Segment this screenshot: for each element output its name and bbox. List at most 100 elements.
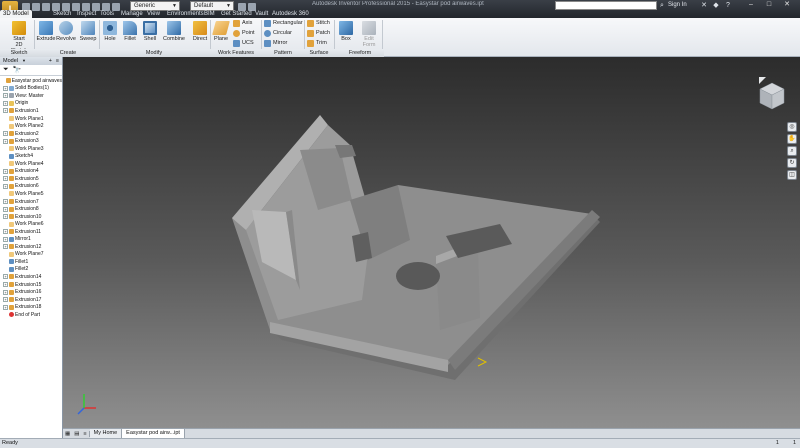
shell-button[interactable]: Shell — [142, 21, 158, 42]
tree-node[interactable]: + Extrusion8 — [0, 205, 62, 213]
help-search-input[interactable] — [555, 1, 657, 10]
tree-node[interactable]: Work Plane4 — [0, 160, 62, 168]
plane-button[interactable]: Plane — [212, 21, 230, 42]
expand-icon[interactable]: + — [3, 131, 8, 137]
add-panel-icon[interactable]: + — [49, 57, 52, 65]
tree-node[interactable]: + Extrusion10 — [0, 213, 62, 221]
ribbon-tab-tools[interactable]: Tools — [100, 10, 114, 18]
ribbon-tab-3d-model[interactable]: 3D Model — [0, 10, 32, 18]
axis-button[interactable]: Axis — [233, 20, 252, 27]
expand-icon[interactable]: + — [3, 214, 8, 220]
help-icon[interactable]: ? — [724, 2, 732, 10]
expand-icon[interactable]: + — [3, 199, 8, 205]
direct-edit-button[interactable]: Direct — [192, 21, 208, 42]
a360-icon[interactable]: ◆ — [712, 2, 720, 10]
rectangular-pattern-button[interactable]: Rectangular — [264, 20, 303, 27]
tree-node[interactable]: + Extrusion16 — [0, 288, 62, 296]
tree-node[interactable]: + Extrusion12 — [0, 243, 62, 251]
tree-node[interactable]: + Extrusion2 — [0, 130, 62, 138]
save-icon[interactable] — [42, 2, 50, 11]
tree-node[interactable]: End of Part — [0, 311, 62, 319]
tab-my-home[interactable]: My Home — [89, 429, 123, 438]
freeform-box-button[interactable]: Box — [338, 21, 354, 42]
tree-node[interactable]: + Extrusion5 — [0, 175, 62, 183]
sign-in-button[interactable]: Sign In — [668, 1, 687, 10]
hole-button[interactable]: Hole — [102, 21, 118, 42]
tree-node[interactable]: Work Plane5 — [0, 190, 62, 198]
viewcube-home-icon[interactable] — [759, 77, 766, 84]
pattern-panel-label[interactable]: Pattern — [266, 50, 300, 56]
pan-icon[interactable]: ✋ — [787, 134, 797, 144]
tree-node[interactable]: + Solid Bodies(1) — [0, 85, 62, 93]
tree-node[interactable]: Work Plane2 — [0, 122, 62, 130]
ribbon-tab-environments[interactable]: Environments — [167, 10, 204, 18]
fillet-button[interactable]: Fillet — [122, 21, 138, 42]
tree-node[interactable]: + Extrusion18 — [0, 303, 62, 311]
exchange-apps-icon[interactable]: ✕ — [700, 2, 708, 10]
browser-header[interactable]: Model ▼ + ≡ — [0, 57, 62, 65]
orbit-icon[interactable]: ↻ — [787, 158, 797, 168]
patch-button[interactable]: Patch — [307, 30, 330, 37]
expand-icon[interactable]: + — [3, 100, 8, 106]
freeform-panel-label[interactable]: Freeform — [340, 50, 380, 56]
ribbon-tab-vault[interactable]: Vault — [255, 10, 268, 18]
tree-node[interactable]: Work Plane6 — [0, 220, 62, 228]
zoom-icon[interactable]: ⌕ — [787, 146, 797, 156]
document-menu-icon[interactable]: ≡ — [81, 430, 90, 437]
find-icon[interactable]: 🔭 — [13, 66, 22, 74]
open-file-icon[interactable] — [32, 2, 40, 11]
tree-node[interactable]: Work Plane3 — [0, 145, 62, 153]
tree-node[interactable]: + View: Master — [0, 92, 62, 100]
tree-node[interactable]: + Extrusion1 — [0, 107, 62, 115]
tree-node[interactable]: + Extrusion3 — [0, 137, 62, 145]
look-at-icon[interactable]: ◫ — [787, 170, 797, 180]
ucs-button[interactable]: UCS — [233, 40, 254, 47]
circular-pattern-button[interactable]: Circular — [264, 30, 292, 37]
point-button[interactable]: Point — [233, 30, 255, 37]
create-panel-label[interactable]: Create — [48, 50, 88, 56]
extrude-button[interactable]: Extrude — [37, 21, 55, 42]
menu-icon[interactable]: ≡ — [56, 57, 59, 65]
tree-node[interactable]: + Extrusion7 — [0, 198, 62, 206]
expand-icon[interactable]: + — [3, 229, 8, 235]
ribbon-tab-sketch[interactable]: Sketch — [53, 10, 71, 18]
tree-node[interactable]: + Extrusion4 — [0, 168, 62, 176]
cascade-windows-icon[interactable]: ▤ — [72, 431, 81, 437]
work-features-panel-label[interactable]: Work Features — [214, 50, 258, 56]
modify-panel-label[interactable]: Modify — [134, 50, 174, 56]
viewcube[interactable] — [757, 77, 787, 113]
tree-node[interactable]: + Extrusion17 — [0, 296, 62, 304]
chevron-down-icon[interactable]: ▼ — [22, 57, 26, 65]
mirror-button[interactable]: Mirror — [264, 40, 287, 47]
tree-node[interactable]: Sketch4 — [0, 152, 62, 160]
graphics-viewport[interactable] — [63, 57, 800, 428]
stitch-button[interactable]: Stitch — [307, 20, 330, 27]
tree-node[interactable]: + Extrusion15 — [0, 281, 62, 289]
expand-icon[interactable]: + — [3, 183, 8, 189]
expand-icon[interactable]: + — [3, 244, 8, 250]
expand-icon[interactable]: + — [3, 236, 8, 242]
combine-button[interactable]: Combine — [162, 21, 186, 42]
expand-icon[interactable]: + — [3, 176, 8, 182]
tree-node[interactable]: + Origin — [0, 100, 62, 108]
tree-node[interactable]: Work Plane7 — [0, 251, 62, 259]
steering-wheel-icon[interactable]: ◎ — [787, 122, 797, 132]
ribbon-tab-bim[interactable]: BIM — [204, 10, 215, 18]
expand-icon[interactable]: + — [3, 289, 8, 295]
tree-node[interactable]: + Mirror1 — [0, 235, 62, 243]
ribbon-tab-get-started[interactable]: Get Started — [221, 10, 252, 18]
maximize-icon[interactable]: □ — [762, 0, 776, 9]
expand-icon[interactable]: + — [3, 93, 8, 99]
surface-panel-label[interactable]: Surface — [306, 50, 332, 56]
tree-node[interactable]: Easystar pod airwaves — [0, 77, 62, 85]
sketch-panel-label[interactable]: Sketch — [8, 50, 30, 56]
tree-node[interactable]: Work Plane1 — [0, 115, 62, 123]
expand-icon[interactable]: + — [3, 282, 8, 288]
expand-icon[interactable]: + — [3, 274, 8, 280]
tile-windows-icon[interactable]: ▦ — [63, 431, 72, 437]
tree-node[interactable]: Fillet2 — [0, 266, 62, 274]
ribbon-tab-view[interactable]: View — [147, 10, 160, 18]
revolve-button[interactable]: Revolve — [56, 21, 76, 42]
ribbon-tab-manage[interactable]: Manage — [121, 10, 143, 18]
expand-icon[interactable]: + — [3, 297, 8, 303]
